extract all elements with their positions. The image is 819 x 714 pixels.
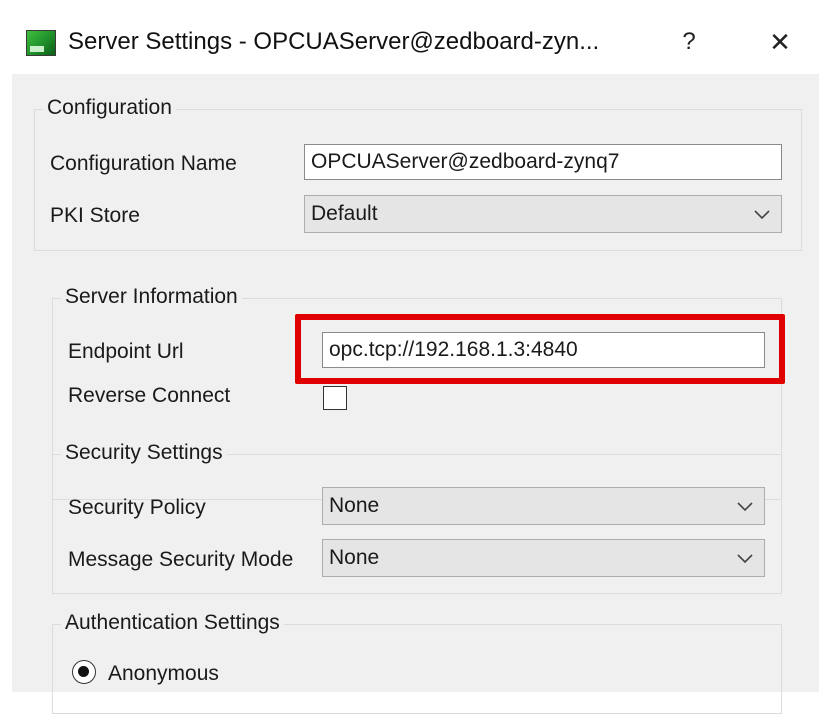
help-button[interactable]: ? xyxy=(672,24,706,60)
configuration-name-label: Configuration Name xyxy=(50,152,237,175)
reverse-connect-label: Reverse Connect xyxy=(68,384,231,407)
security-settings-group-title: Security Settings xyxy=(61,441,227,465)
app-icon xyxy=(26,30,56,56)
authentication-settings-group-title: Authentication Settings xyxy=(61,611,284,635)
anonymous-radio[interactable] xyxy=(72,660,96,684)
chevron-down-icon xyxy=(737,502,753,512)
server-information-group-title: Server Information xyxy=(61,285,242,309)
message-security-mode-label: Message Security Mode xyxy=(68,548,294,571)
chevron-down-icon xyxy=(737,554,753,564)
configuration-name-input[interactable]: OPCUAServer@zedboard-zynq7 xyxy=(304,144,782,180)
endpoint-url-label: Endpoint Url xyxy=(68,340,184,363)
close-button[interactable]: ✕ xyxy=(760,24,800,60)
anonymous-label[interactable]: Anonymous xyxy=(108,662,219,686)
pki-store-select[interactable]: Default xyxy=(304,195,782,233)
security-policy-value: None xyxy=(329,494,380,517)
security-policy-label: Security Policy xyxy=(68,496,206,519)
chevron-down-icon xyxy=(754,210,770,220)
pki-store-label: PKI Store xyxy=(50,204,140,227)
endpoint-highlight-box xyxy=(295,314,785,384)
security-policy-select[interactable]: None xyxy=(322,487,765,525)
reverse-connect-checkbox[interactable] xyxy=(323,386,347,410)
pki-store-value: Default xyxy=(311,202,378,225)
message-security-mode-value: None xyxy=(329,546,380,569)
configuration-group-title: Configuration xyxy=(43,96,176,120)
message-security-mode-select[interactable]: None xyxy=(322,539,765,577)
window-title: Server Settings - OPCUAServer@zedboard-z… xyxy=(68,28,600,55)
title-bar: Server Settings - OPCUAServer@zedboard-z… xyxy=(0,0,819,74)
